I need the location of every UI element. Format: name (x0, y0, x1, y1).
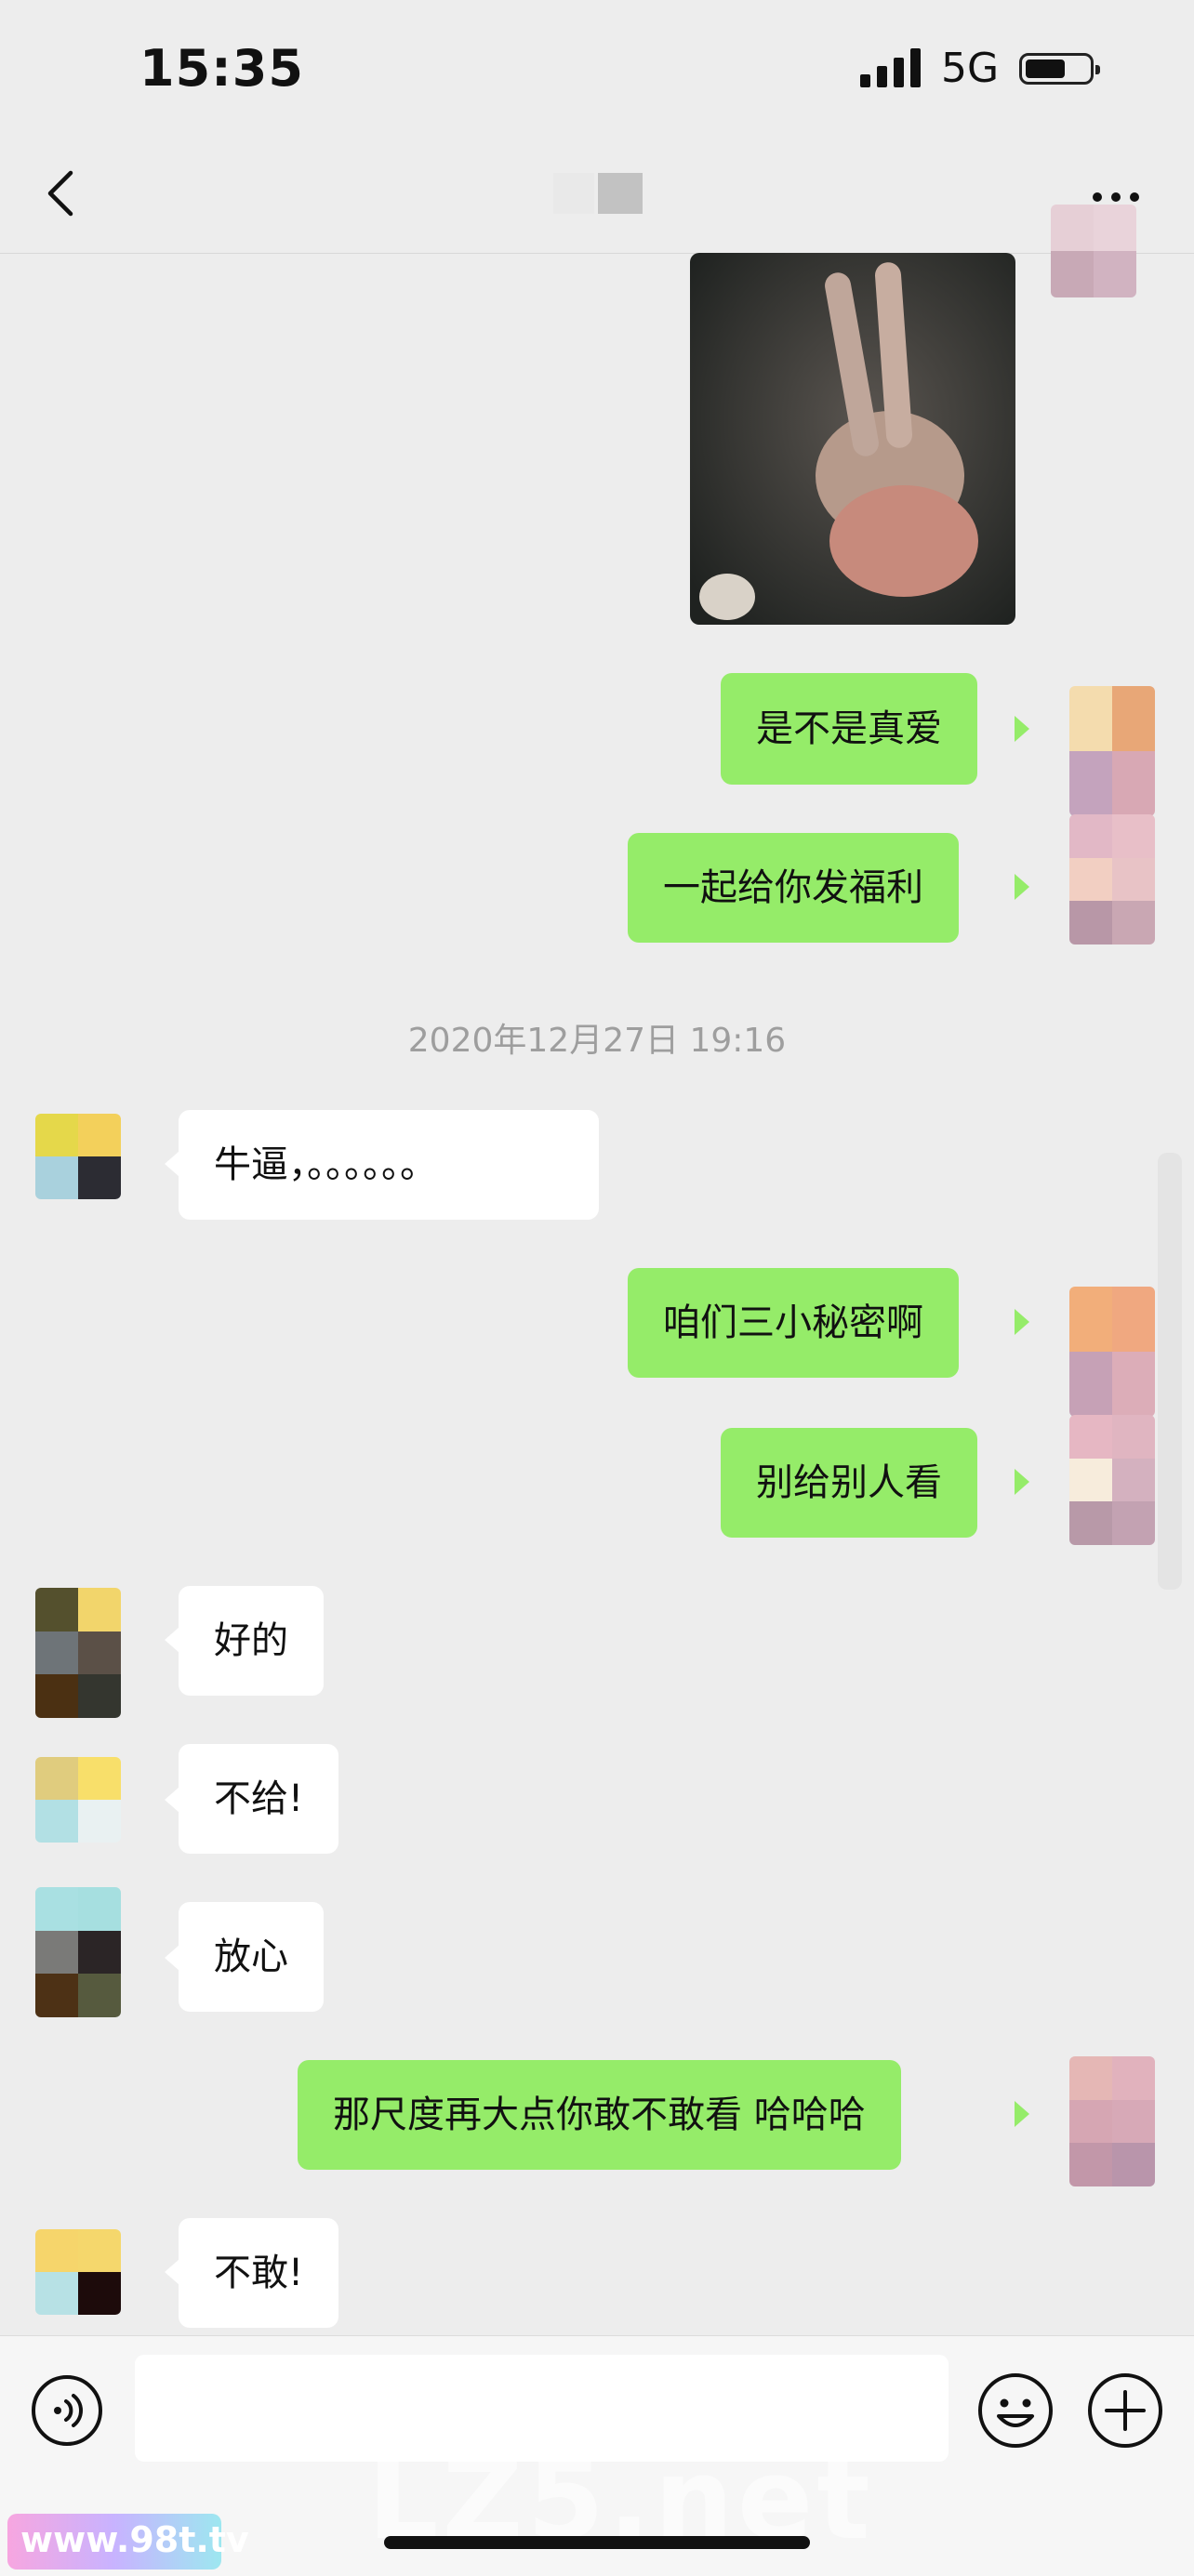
incoming-message-bubble[interactable]: 牛逼，。。。。。。 (179, 1110, 599, 1220)
incoming-message-bubble[interactable]: 放心 (179, 1902, 324, 2012)
contact-avatar[interactable] (35, 2229, 121, 2315)
status-bar: 15:35 5G (0, 0, 1194, 139)
bubble-tail (165, 1787, 179, 1813)
add-attachment-icon[interactable] (1086, 2371, 1164, 2450)
emoji-icon[interactable] (976, 2371, 1055, 2450)
message-text: 是不是真爱 (756, 707, 942, 750)
my-avatar[interactable] (1069, 1287, 1155, 1417)
message-text: 咱们三小秘密啊 (663, 1301, 923, 1344)
incoming-message-bubble[interactable]: 不给! (179, 1744, 339, 1854)
network-type: 5G (941, 45, 1000, 92)
watermark-corner: www.98t.tv (7, 2514, 249, 2569)
message-text: 好的 (214, 1619, 288, 1662)
my-avatar[interactable] (1069, 1415, 1155, 1545)
my-avatar[interactable] (1051, 205, 1136, 297)
bubble-tail (165, 1945, 179, 1971)
back-chevron-icon[interactable] (33, 165, 89, 221)
message-text: 不给! (214, 1777, 304, 1820)
bubble-tail (165, 1627, 179, 1653)
contact-avatar[interactable] (35, 1114, 121, 1199)
bubble-tail (165, 2259, 179, 2285)
bubble-tail (1015, 874, 1029, 900)
chat-timestamp: 2020年12月27日 19:16 (407, 1022, 787, 1060)
message-text: 不敢! (214, 2252, 304, 2294)
incoming-message-bubble[interactable]: 不敢! (179, 2218, 339, 2328)
voice-input-icon[interactable] (30, 2373, 104, 2448)
outgoing-message-bubble[interactable]: 咱们三小秘密啊 (628, 1268, 959, 1378)
my-avatar[interactable] (1069, 2056, 1155, 2186)
message-text: 一起给你发福利 (663, 866, 923, 909)
my-avatar[interactable] (1069, 814, 1155, 945)
outgoing-message-bubble[interactable]: 是不是真爱 (721, 673, 977, 785)
outgoing-message-bubble[interactable]: 那尺度再大点你敢不敢看 哈哈哈 (298, 2060, 901, 2170)
watermark-corner-text: www.98t.tv (20, 2519, 249, 2560)
contact-avatar[interactable] (35, 1588, 121, 1718)
message-text: 放心 (214, 1935, 288, 1978)
bubble-tail (1015, 716, 1029, 742)
battery-icon (1019, 53, 1100, 85)
message-text: 牛逼，。。。。。。 (214, 1143, 437, 1186)
contact-avatar[interactable] (35, 1887, 121, 2017)
status-time: 15:35 (139, 39, 304, 98)
message-text: 别给别人看 (756, 1461, 942, 1504)
bubble-tail (165, 1151, 179, 1177)
outgoing-message-bubble[interactable]: 别给别人看 (721, 1428, 977, 1538)
scroll-indicator (1158, 1153, 1182, 1590)
outgoing-message-bubble[interactable]: 一起给你发福利 (628, 833, 959, 943)
contact-avatar[interactable] (35, 1757, 121, 1843)
cellular-signal-icon (860, 48, 921, 87)
bubble-tail (1015, 2101, 1029, 2127)
home-indicator[interactable] (384, 2536, 810, 2549)
sent-photo-message[interactable] (690, 253, 1015, 625)
incoming-message-bubble[interactable]: 好的 (179, 1586, 324, 1696)
message-text: 那尺度再大点你敢不敢看 哈哈哈 (333, 2094, 866, 2136)
contact-name-pixelated (553, 173, 643, 214)
my-avatar[interactable] (1069, 686, 1155, 816)
bubble-tail (1015, 1469, 1029, 1495)
bubble-tail (1015, 1309, 1029, 1335)
